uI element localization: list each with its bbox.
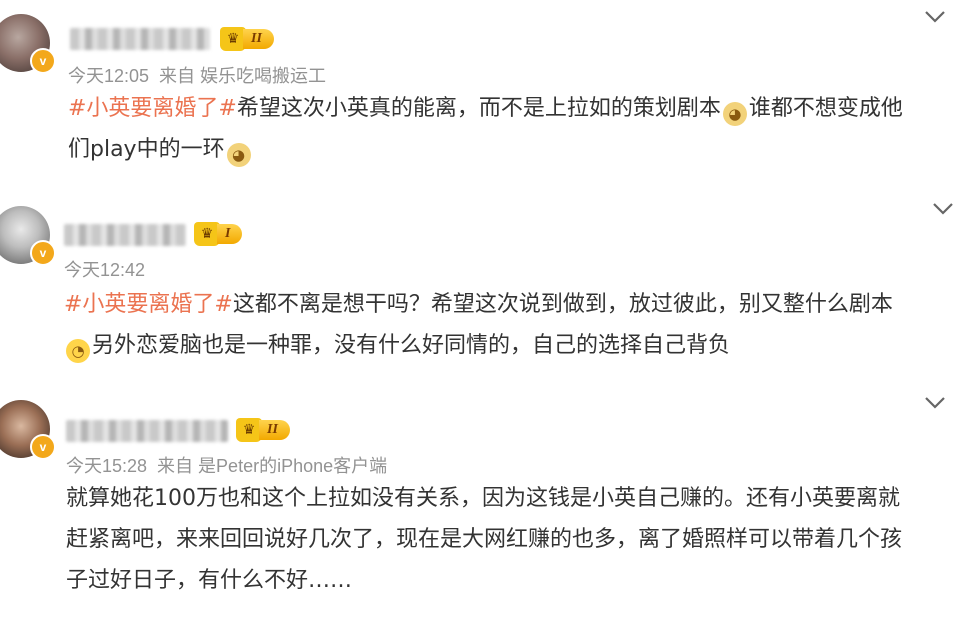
post-content: #小英要离婚了#这都不离是想干吗？希望这次说到做到，放过彼此，别又整什么剧本 ◔…: [64, 284, 944, 366]
avatar[interactable]: v: [0, 14, 56, 74]
username-blurred[interactable]: [66, 420, 228, 442]
rank-badge[interactable]: ♛ II: [220, 27, 274, 51]
chevron-down-icon[interactable]: [920, 392, 950, 412]
topic-link[interactable]: #小英要离婚了#: [68, 96, 237, 121]
chevron-down-icon[interactable]: [928, 198, 958, 218]
post-time: 今天12:05: [68, 66, 150, 86]
post-source[interactable]: 来自 是Peter的iPhone客户端: [157, 456, 387, 476]
rank-level: I: [217, 224, 243, 244]
doge-icon: ◕: [226, 143, 251, 167]
verified-badge-icon: v: [30, 240, 56, 266]
avatar[interactable]: v: [0, 206, 56, 266]
avatar[interactable]: v: [0, 400, 56, 460]
doge-icon: ◕: [722, 102, 747, 126]
rank-level: II: [259, 420, 290, 440]
rank-level: II: [243, 29, 274, 49]
smirk-icon: ◔: [66, 339, 90, 363]
post-meta: 今天12:42: [64, 256, 155, 282]
chevron-down-icon[interactable]: [920, 6, 950, 26]
post-content: #小英要离婚了#希望这次小英真的能离，而不是上拉如的策划剧本 ◕ 谁都不想变成他 们…: [68, 88, 948, 170]
post-text: 另外恋爱脑也是一种罪，没有什么好同情的，自己的选择自己背负: [92, 333, 731, 358]
post-time: 今天15:28: [66, 456, 148, 476]
rank-badge[interactable]: ♛ I: [194, 222, 243, 246]
post-text: 这都不离是想干吗？希望这次说到做到，放过彼此，别又整什么剧本: [232, 292, 893, 317]
post-text: 子过好日子，有什么不好……: [66, 568, 353, 593]
post-meta: 今天15:28 来自 是Peter的iPhone客户端: [66, 452, 397, 478]
post-text: 赶紧离吧，来来回回说好几次了，现在是大网红赚的也多，离了婚照样可以带着几个孩: [66, 527, 903, 552]
username-blurred[interactable]: [64, 224, 186, 246]
post-text: 谁都不想变成他: [748, 96, 903, 121]
rank-badge[interactable]: ♛ II: [236, 418, 290, 442]
post-text: 希望这次小英真的能离，而不是上拉如的策划剧本: [236, 96, 721, 121]
username-blurred[interactable]: [70, 28, 210, 50]
post-time: 今天12:42: [64, 260, 146, 280]
verified-badge-icon: v: [30, 48, 56, 74]
post-source[interactable]: 来自 娱乐吃喝搬运工: [159, 66, 326, 86]
post-text: 就算她花100万也和这个上拉如没有关系，因为这钱是小英自己赚的。还有小英要离就: [66, 486, 900, 511]
post-meta: 今天12:05 来自 娱乐吃喝搬运工: [68, 62, 336, 88]
verified-badge-icon: v: [30, 434, 56, 460]
topic-link[interactable]: #小英要离婚了#: [64, 292, 233, 317]
post-content: 就算她花100万也和这个上拉如没有关系，因为这钱是小英自己赚的。还有小英要离就 …: [66, 478, 946, 601]
post-text: 们play中的一环: [68, 137, 225, 162]
